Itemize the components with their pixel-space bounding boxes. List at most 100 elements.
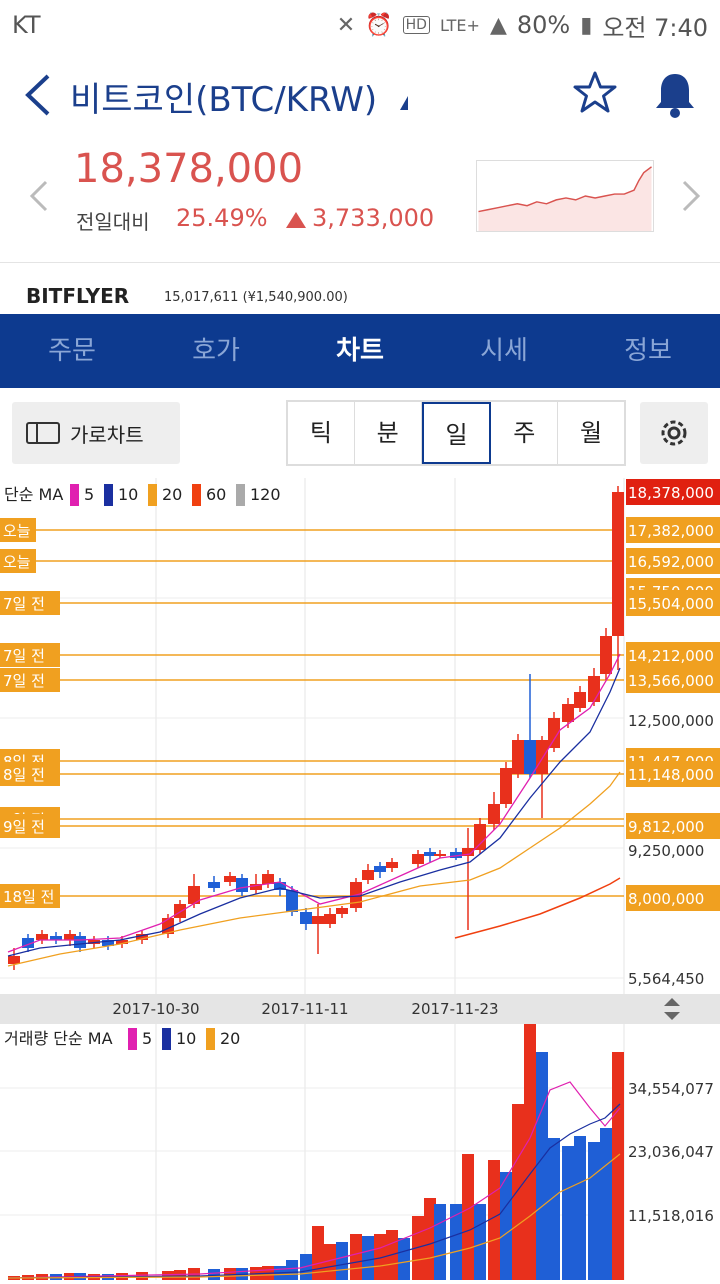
- tab-order[interactable]: 주문: [0, 314, 144, 388]
- dropdown-caret-icon[interactable]: [400, 96, 408, 110]
- period-selector: 틱 분 일 주 월: [286, 400, 626, 466]
- candle-body: [374, 866, 386, 872]
- candle-body: [600, 636, 612, 674]
- chart-toolbar: 가로차트 틱 분 일 주 월: [0, 388, 720, 476]
- change-amount: 3,733,000: [312, 204, 435, 232]
- volume-axis-label: 23,036,047: [628, 1143, 714, 1161]
- landscape-icon: [26, 422, 60, 444]
- volume-axis-label: 34,554,077: [628, 1080, 714, 1098]
- period-day[interactable]: 일: [421, 402, 492, 464]
- main-tabs: 주문 호가 차트 시세 정보: [0, 314, 720, 388]
- ma-legend-swatch: [148, 484, 157, 506]
- chevron-right-icon[interactable]: [676, 176, 706, 216]
- period-tick[interactable]: 틱: [288, 402, 355, 464]
- clock: 오전 7:40: [602, 13, 708, 42]
- candle-body: [434, 854, 446, 856]
- reference-tag-label: 오늘: [3, 553, 31, 571]
- candle-body: [286, 890, 298, 912]
- ma-legend-label: 120: [250, 485, 281, 504]
- tab-chart[interactable]: 차트: [288, 314, 432, 388]
- tab-quote[interactable]: 호가: [144, 314, 288, 388]
- reference-tag-label: 7일 전: [3, 672, 45, 690]
- candle-body: [524, 740, 536, 774]
- vol-legend-swatch: [206, 1028, 215, 1050]
- candle-body: [474, 824, 486, 850]
- candle-body: [500, 768, 512, 804]
- volume-bar: [600, 1128, 612, 1280]
- back-button[interactable]: [20, 70, 60, 120]
- date-label: 2017-11-11: [261, 1000, 348, 1018]
- volume-bar: [398, 1238, 410, 1280]
- price-tag-label: 12,500,000: [628, 712, 714, 730]
- price-tag-label: 5,564,450: [628, 970, 704, 988]
- volume-bar: [512, 1104, 524, 1280]
- price-tag-label: 18,378,000: [628, 484, 714, 502]
- candle-body: [236, 878, 248, 892]
- mini-price-chart[interactable]: [476, 160, 654, 232]
- vol-legend-label: 10: [176, 1029, 196, 1048]
- signal-icon: ▲: [489, 12, 507, 38]
- price-tag-label: 8,000,000: [628, 890, 704, 908]
- price-tag-label: 13,566,000: [628, 672, 714, 690]
- period-minute[interactable]: 분: [355, 402, 422, 464]
- status-bar: KT ✕ ⏰ HD LTE+ ▲ 80% ▮ 오전 7:40: [0, 0, 720, 50]
- candle-body: [612, 492, 624, 636]
- bell-icon[interactable]: [652, 70, 698, 120]
- ma-legend-swatch: [192, 484, 201, 506]
- ma-legend-swatch: [104, 484, 113, 506]
- period-month[interactable]: 월: [558, 402, 624, 464]
- candle-body: [36, 934, 48, 940]
- volume-bar: [536, 1052, 548, 1280]
- exchange-name: BITFLYER: [26, 284, 130, 308]
- candle-body: [362, 870, 374, 880]
- gear-icon: [661, 420, 687, 446]
- vol-legend-swatch: [128, 1028, 137, 1050]
- tab-market[interactable]: 시세: [432, 314, 576, 388]
- reference-tag-label: 오늘: [3, 522, 31, 540]
- divider: [0, 262, 720, 263]
- candle-body: [312, 916, 324, 924]
- candlestick-chart[interactable]: 단순 MA 5102060120 오늘오늘7일 전7일 전7일 전8일 전8일 …: [0, 478, 720, 1280]
- chart-settings-button[interactable]: [640, 402, 708, 464]
- landscape-chart-button[interactable]: 가로차트: [12, 402, 180, 464]
- candle-body: [588, 676, 600, 702]
- volume-axis-label: 11,518,016: [628, 1207, 714, 1225]
- candle-body: [208, 882, 220, 888]
- period-week[interactable]: 주: [491, 402, 559, 464]
- volume-bar: [588, 1142, 600, 1280]
- volume-bar: [208, 1269, 220, 1280]
- ma-legend-swatch: [236, 484, 245, 506]
- candle-body: [262, 874, 274, 884]
- mute-icon: ✕: [336, 12, 356, 38]
- chevron-left-icon[interactable]: [24, 176, 54, 216]
- date-label: 2017-11-23: [411, 1000, 498, 1018]
- price-tag-label: 9,250,000: [628, 842, 704, 860]
- volume-bar: [574, 1136, 586, 1280]
- up-triangle-icon: [286, 212, 306, 228]
- star-icon[interactable]: [572, 70, 618, 116]
- ma-legend-label: 60: [206, 485, 226, 504]
- tab-info[interactable]: 정보: [576, 314, 720, 388]
- price-tag-label: 17,382,000: [628, 522, 714, 540]
- candle-body: [512, 740, 524, 774]
- candle-body: [300, 912, 312, 924]
- candle-body: [412, 854, 424, 864]
- price-tag-label: 16,592,000: [628, 553, 714, 571]
- candle-body: [574, 692, 586, 708]
- candle-body: [8, 956, 20, 964]
- volume-bar: [524, 1024, 536, 1280]
- date-label: 2017-10-30: [112, 1000, 199, 1018]
- volume-bar: [162, 1271, 174, 1280]
- price-tag-label: 9,812,000: [628, 818, 704, 836]
- candle-body: [324, 914, 336, 924]
- candle-body: [386, 862, 398, 868]
- hd-icon: HD: [402, 16, 430, 34]
- volume-bar: [224, 1268, 236, 1280]
- ma-title: 단순 MA: [4, 485, 63, 504]
- chart-area[interactable]: 단순 MA 5102060120 오늘오늘7일 전7일 전7일 전8일 전8일 …: [0, 478, 720, 1280]
- ma-legend-label: 20: [162, 485, 182, 504]
- change-percent: 25.49%: [176, 204, 268, 232]
- ma-legend-label: 10: [118, 485, 138, 504]
- coin-title[interactable]: 비트코인(BTC/KRW): [70, 72, 377, 121]
- chevron-left-icon: [25, 74, 50, 116]
